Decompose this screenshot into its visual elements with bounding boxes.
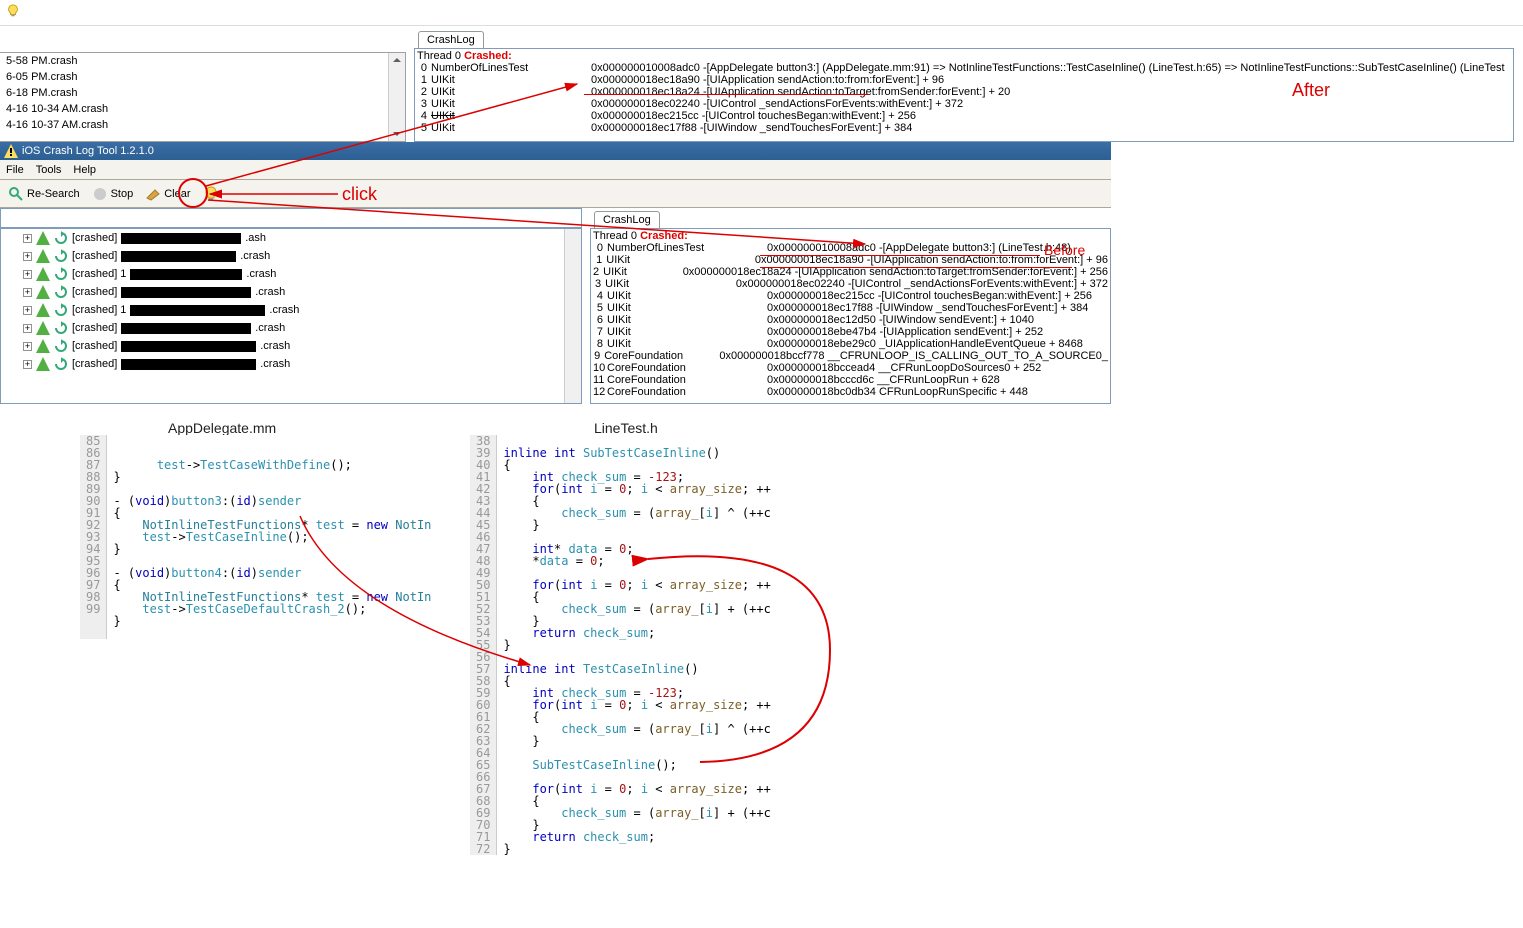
clear-icon — [145, 186, 161, 202]
log-row[interactable]: 5UIKit0x000000018ec17f88 -[UIWindow _sen… — [593, 302, 1108, 314]
log-row[interactable]: 3UIKit0x000000018ec02240 -[UIControl _se… — [593, 278, 1108, 290]
refresh-icon — [54, 285, 68, 299]
tree-item[interactable]: + [crashed] .crash — [1, 337, 581, 355]
tree-item[interactable]: + [crashed] 1 .crash — [1, 301, 581, 319]
tree-item[interactable]: + [crashed] .crash — [1, 355, 581, 373]
tab-crashlog[interactable]: CrashLog — [594, 211, 660, 228]
log-row[interactable]: 3UIKit0x000000018ec02240 -[UIControl _se… — [417, 98, 1511, 110]
log-row[interactable]: 0NumberOfLinesTest0x000000010008adc0 -[A… — [417, 62, 1511, 74]
annotation-underline-before1 — [760, 255, 1040, 256]
warning-icon — [36, 285, 50, 299]
crash-file-row[interactable]: 4-16 10-37 AM.crash — [0, 117, 405, 133]
warning-icon — [36, 339, 50, 353]
log-row[interactable]: 5UIKit0x000000018ec17f88 -[UIWindow _sen… — [417, 122, 1511, 134]
refresh-icon — [54, 267, 68, 281]
menu-bar: File Tools Help — [0, 160, 1111, 180]
log-row[interactable]: 0NumberOfLinesTest0x000000010008adc0 -[A… — [593, 242, 1108, 254]
warning-icon — [36, 357, 50, 371]
tree-item[interactable]: + [crashed] 1 .crash — [1, 265, 581, 283]
code-editor-linetest[interactable]: 38 39 40 41 42 43 44 45 46 47 48 49 50 5… — [470, 435, 870, 855]
tree-item[interactable]: + [crashed] .crash — [1, 283, 581, 301]
source-filename-2: LineTest.h — [594, 420, 658, 436]
source-filename-1: AppDelegate.mm — [168, 420, 276, 436]
bottom-crashlog-panel: CrashLog Thread 0 Crashed: 0NumberOfLine… — [590, 206, 1111, 404]
log-row[interactable]: 4UIKit0x000000018ec215cc -[UIControl tou… — [593, 290, 1108, 302]
crashed-label: Crashed: — [640, 230, 688, 242]
lightbulb-icon[interactable] — [6, 4, 20, 18]
window-title: iOS Crash Log Tool 1.2.1.0 — [22, 145, 154, 157]
expand-icon[interactable]: + — [23, 360, 32, 369]
search-input[interactable] — [0, 208, 582, 228]
tab-crashlog[interactable]: CrashLog — [418, 31, 484, 48]
crashlog-text-top[interactable]: Thread 0 Crashed: 0NumberOfLinesTest0x00… — [414, 48, 1514, 142]
log-row[interactable]: 9CoreFoundation0x000000018bccf778 __CFRU… — [593, 350, 1108, 362]
crashed-label: Crashed: — [464, 50, 512, 62]
log-row[interactable]: 7UIKit0x000000018ebe47b4 -[UIApplication… — [593, 326, 1108, 338]
menu-file[interactable]: File — [6, 164, 24, 176]
log-row[interactable]: 1UIKit0x000000018ec18a90 -[UIApplication… — [417, 74, 1511, 86]
refresh-icon — [54, 303, 68, 317]
scrollbar[interactable] — [564, 229, 581, 403]
refresh-icon — [54, 339, 68, 353]
tree-item[interactable]: + [crashed] .ash — [1, 229, 581, 247]
expand-icon[interactable]: + — [23, 324, 32, 333]
refresh-icon — [54, 321, 68, 335]
log-row[interactable]: 6UIKit0x000000018ec12d50 -[UIWindow send… — [593, 314, 1108, 326]
stop-icon — [92, 186, 108, 202]
warning-icon — [36, 303, 50, 317]
tree-item[interactable]: + [crashed] .crash — [1, 319, 581, 337]
log-row[interactable]: 4UIKit0x000000018ec215cc -[UIControl tou… — [417, 110, 1511, 122]
menu-help[interactable]: Help — [73, 164, 96, 176]
crash-tree-list[interactable]: + [crashed] .ash+ [crashed] .crash+ [cra… — [0, 228, 582, 404]
expand-icon[interactable]: + — [23, 270, 32, 279]
thread-header: Thread 0 — [417, 50, 464, 62]
tree-item[interactable]: + [crashed] .crash — [1, 247, 581, 265]
expand-icon[interactable]: + — [23, 288, 32, 297]
annotation-underline-before2 — [760, 267, 1072, 268]
expand-icon[interactable]: + — [23, 252, 32, 261]
search-icon — [8, 186, 24, 202]
research-button[interactable]: Re-Search — [4, 184, 84, 204]
expand-icon[interactable]: + — [23, 342, 32, 351]
crash-file-row[interactable]: 5-58 PM.crash — [0, 53, 405, 69]
log-row[interactable]: 10CoreFoundation0x000000018bccead4 __CFR… — [593, 362, 1108, 374]
refresh-icon — [54, 357, 68, 371]
refresh-icon — [54, 231, 68, 245]
log-row[interactable]: 12CoreFoundation0x000000018bc0db34 CFRun… — [593, 386, 1108, 398]
warning-icon — [36, 267, 50, 281]
symbolicate-button[interactable] — [199, 184, 223, 204]
warning-icon — [36, 321, 50, 335]
annotation-underline-after — [584, 94, 868, 95]
refresh-icon — [54, 249, 68, 263]
scrollbar[interactable] — [388, 53, 405, 141]
log-row[interactable]: 2UIKit0x000000018ec18a24 -[UIApplication… — [417, 86, 1511, 98]
clear-button[interactable]: Clear — [141, 184, 194, 204]
stop-button[interactable]: Stop — [88, 184, 138, 204]
lightbulb-icon — [203, 186, 219, 202]
log-row[interactable]: 11CoreFoundation0x000000018bcccd6c __CFR… — [593, 374, 1108, 386]
crash-file-row[interactable]: 4-16 10-34 AM.crash — [0, 101, 405, 117]
top-crashlog-panel: CrashLog Thread 0 Crashed: 0NumberOfLine… — [414, 26, 1514, 142]
window-title-bar: iOS Crash Log Tool 1.2.1.0 — [0, 142, 1111, 160]
code-editor-appdelegate[interactable]: 85 86 87 88 89 90 91 92 93 94 95 96 97 9… — [80, 435, 480, 639]
top-icon-bar — [0, 0, 1523, 26]
expand-icon[interactable]: + — [23, 306, 32, 315]
warning-icon — [36, 231, 50, 245]
crash-file-row[interactable]: 6-18 PM.crash — [0, 85, 405, 101]
thread-header: Thread 0 — [593, 230, 640, 242]
crash-file-row[interactable]: 6-05 PM.crash — [0, 69, 405, 85]
menu-tools[interactable]: Tools — [36, 164, 62, 176]
log-row[interactable]: 8UIKit0x000000018ebe29c0 _UIApplicationH… — [593, 338, 1108, 350]
crash-file-list[interactable]: 5-58 PM.crash 6-05 PM.crash 6-18 PM.cras… — [0, 52, 406, 142]
app-icon — [4, 144, 18, 158]
toolbar: Re-Search Stop Clear — [0, 180, 1111, 208]
expand-icon[interactable]: + — [23, 234, 32, 243]
warning-icon — [36, 249, 50, 263]
